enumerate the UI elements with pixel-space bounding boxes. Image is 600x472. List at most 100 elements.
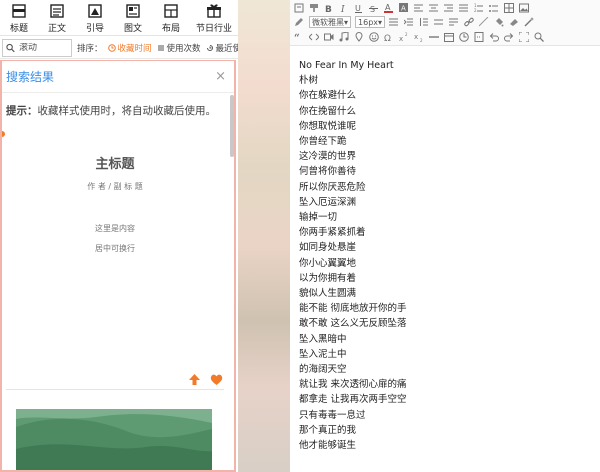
ordered-list-icon[interactable]: 12 — [474, 3, 484, 13]
tab-heading[interactable]: 标题 — [0, 0, 38, 35]
editor-text-line[interactable]: 以为你拥有着 — [299, 271, 599, 286]
editor-text-line[interactable]: 朴树 — [299, 73, 599, 88]
search-results-title: 搜索结果 — [6, 70, 55, 84]
table-icon[interactable] — [504, 3, 514, 13]
editor-text-line[interactable]: 你小心翼翼地 — [299, 256, 599, 271]
page-break-icon[interactable] — [474, 32, 484, 42]
tab-image-text[interactable]: 图文 — [114, 0, 152, 35]
strikethrough-icon[interactable]: S — [369, 3, 379, 13]
horizontal-rule-icon[interactable] — [429, 32, 439, 42]
font-color-icon[interactable]: A — [384, 3, 394, 13]
map-icon[interactable] — [354, 32, 364, 42]
tab-layout[interactable]: 布局 — [152, 0, 190, 35]
time-icon[interactable] — [459, 32, 469, 42]
editor-text-line[interactable]: 就让我 来次透彻心扉的痛 — [299, 377, 599, 392]
subscript-icon[interactable]: x2 — [414, 32, 424, 42]
tab-label: 标题 — [9, 24, 28, 34]
editor-content[interactable]: No Fear In My Heart 朴树 你在躲避什么 你在挽留什么 你想取悦谁呢你… — [299, 58, 599, 453]
tab-holiday-industry[interactable]: 节日行业 — [190, 0, 238, 35]
align-justify-icon[interactable] — [459, 3, 469, 13]
special-char-icon[interactable]: Ω — [384, 32, 394, 42]
svg-text:x: x — [414, 33, 418, 41]
zoom-icon[interactable] — [534, 32, 544, 42]
editor-text-line[interactable]: 你曾经下跪 — [299, 134, 599, 149]
editor-text-line[interactable]: 你在躲避什么 — [299, 88, 599, 103]
editor-text-line[interactable]: 敢不敢 这么义无反顾坠落 — [299, 316, 599, 331]
editor-text-line[interactable]: 只有毒毒一息过 — [299, 408, 599, 423]
svg-text:I: I — [340, 5, 345, 13]
link-icon[interactable] — [464, 17, 474, 27]
editor-text-line[interactable]: 你想取悦谁呢 — [299, 119, 599, 134]
image-icon[interactable] — [519, 3, 529, 13]
italic-icon[interactable]: I — [339, 3, 349, 13]
scrollbar-thumb[interactable] — [230, 95, 234, 157]
editor-text-line[interactable]: 那个真正的我 — [299, 423, 599, 438]
magic-wand-icon[interactable] — [524, 17, 535, 27]
font-size-select[interactable]: 16px ▾ — [355, 16, 386, 28]
eraser-icon[interactable] — [509, 17, 519, 27]
editor-text-line[interactable]: 坠入厄运深渊 — [299, 195, 599, 210]
editor-text-line[interactable]: No Fear In My Heart — [299, 58, 599, 73]
tab-label: 引导 — [85, 24, 104, 34]
date-icon[interactable] — [444, 32, 454, 42]
editor-text-line[interactable]: 坠入黑暗中 — [299, 332, 599, 347]
align-left-icon[interactable] — [414, 3, 424, 13]
font-family-select[interactable]: 微软雅黑 ▾ — [309, 16, 352, 28]
editor-text-line[interactable]: 如同身处悬崖 — [299, 240, 599, 255]
heart-icon[interactable] — [210, 373, 223, 386]
close-icon[interactable]: × — [215, 69, 226, 84]
editor-text-line[interactable]: 都拿走 让我再次两手空空 — [299, 392, 599, 407]
tab-body-text[interactable]: 正文 — [38, 0, 76, 35]
image-text-icon — [126, 4, 140, 18]
sort-by-recent-use[interactable]: 最近使 — [206, 42, 241, 54]
format-paint-icon[interactable] — [309, 3, 319, 13]
redo-icon[interactable] — [504, 32, 514, 42]
align-right-icon[interactable] — [444, 3, 454, 13]
editor-text-line[interactable]: 的海阔天空 — [299, 362, 599, 377]
code-icon[interactable] — [309, 32, 319, 42]
search-icon[interactable] — [6, 43, 15, 53]
indent-icon[interactable] — [404, 17, 414, 27]
unlink-icon[interactable] — [479, 17, 489, 27]
paragraph-format-icon[interactable] — [389, 17, 399, 27]
video-icon[interactable] — [324, 32, 334, 42]
editor-text-line[interactable]: 你在挽留什么 — [299, 104, 599, 119]
bold-icon[interactable]: B — [324, 3, 334, 13]
paint-bucket-icon[interactable] — [494, 17, 504, 27]
underline-icon[interactable]: U — [354, 3, 364, 13]
unordered-list-icon[interactable] — [489, 3, 499, 13]
editor-text-line[interactable]: 何曾将你善待 — [299, 164, 599, 179]
style-card[interactable]: 主标题 作 者 / 副 标 题 这里是内容 居中可换行 — [2, 153, 228, 253]
pencil-icon[interactable] — [294, 17, 304, 27]
fullscreen-icon[interactable] — [519, 32, 529, 42]
letter-spacing-icon[interactable] — [434, 17, 444, 27]
sort-label: 排序： — [77, 43, 103, 54]
emoji-icon[interactable] — [369, 32, 379, 42]
tab-guide[interactable]: 引导 — [76, 0, 114, 35]
layout-icon — [164, 4, 178, 18]
editor-text-line[interactable]: 貌似人生圆满 — [299, 286, 599, 301]
sort-by-use-count[interactable]: 使用次数 — [157, 42, 201, 54]
editor-text-line[interactable]: 输掉一切 — [299, 210, 599, 225]
arrow-up-icon[interactable] — [188, 373, 201, 386]
editor-text-line[interactable]: 所以你厌恶危险 — [299, 180, 599, 195]
editor-text-line[interactable]: 他才能够诞生 — [299, 438, 599, 453]
sort-by-favorite-time[interactable]: 收藏时间 — [107, 42, 152, 54]
editor-text-line[interactable]: 这冷漠的世界 — [299, 149, 599, 164]
list-count-icon — [157, 45, 164, 50]
quote-icon[interactable]: “ — [294, 32, 304, 42]
background-color-icon[interactable]: A — [399, 3, 409, 13]
align-center-icon[interactable] — [429, 3, 439, 13]
undo-icon[interactable] — [489, 32, 499, 42]
editor-text-line[interactable]: 你两手紧紧抓着 — [299, 225, 599, 240]
text-direction-icon[interactable] — [449, 17, 459, 27]
editor-text-line[interactable]: 坠入泥土中 — [299, 347, 599, 362]
superscript-icon[interactable]: x2 — [399, 32, 409, 42]
editor-text-line[interactable]: 能不能 彻底地放开你的手 — [299, 301, 599, 316]
tab-label: 正文 — [47, 24, 66, 34]
source-code-icon[interactable] — [294, 3, 304, 13]
search-input[interactable] — [19, 42, 71, 53]
style-card-image-thumbnail[interactable] — [16, 409, 212, 472]
music-icon[interactable] — [339, 32, 349, 42]
line-height-icon[interactable] — [419, 17, 429, 27]
